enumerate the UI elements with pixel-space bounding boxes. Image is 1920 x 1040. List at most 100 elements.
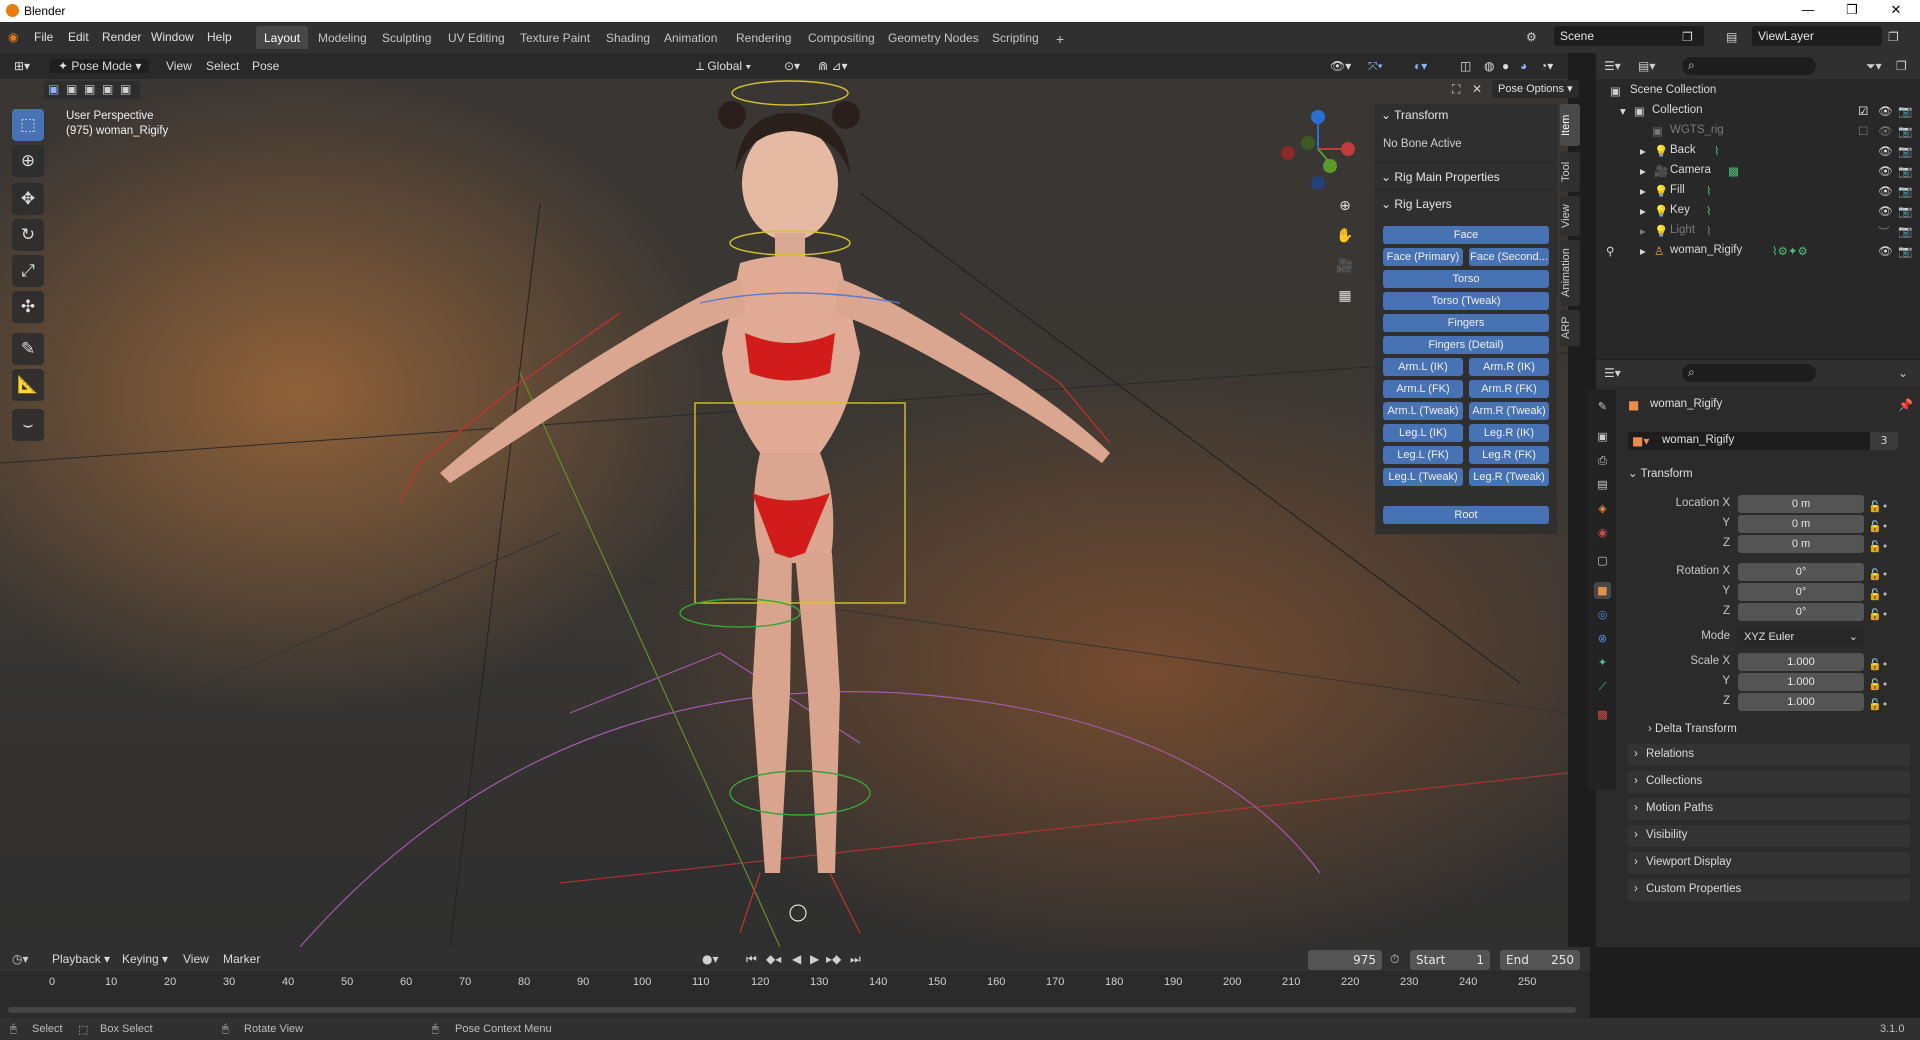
texture-tab-icon[interactable]: ▩ <box>1594 706 1611 723</box>
rig-layer-face-primary[interactable]: Face (Primary) <box>1383 248 1463 266</box>
editor-type-icon[interactable]: ⊞▾ <box>14 59 30 73</box>
subpanel-viewport-display[interactable]: › Viewport Display <box>1628 852 1910 874</box>
zoom-icon[interactable]: ⊕ <box>1332 193 1358 219</box>
relax-pose-tool[interactable]: ⌣ <box>12 409 44 441</box>
expand-arrow-icon[interactable]: ▸ <box>1640 184 1646 198</box>
rig-layer-leg-l-tweak[interactable]: Leg.L (Tweak) <box>1383 468 1463 486</box>
constraints-tab-icon[interactable]: ⊗ <box>1594 630 1611 647</box>
blender-menu-icon[interactable]: ◉ <box>8 30 18 44</box>
jump-end-icon[interactable]: ⏭ <box>850 952 861 967</box>
rig-layer-leg-r-tweak[interactable]: Leg.R (Tweak) <box>1469 468 1549 486</box>
users-count[interactable]: 3 <box>1870 432 1898 450</box>
outliner-row-fill[interactable]: ▸ 💡 Fill ⌇ 👁 📷 <box>1596 181 1920 201</box>
menu-render[interactable]: Render <box>102 30 141 44</box>
rotation-z-field[interactable]: 0° <box>1738 603 1864 621</box>
annotate-tool[interactable]: ✎ <box>12 333 44 365</box>
location-y-field[interactable]: 0 m <box>1738 515 1864 533</box>
jump-start-icon[interactable]: ⏮ <box>746 952 757 967</box>
eye-icon[interactable]: 👁 <box>1878 204 1893 218</box>
tab-sculpting[interactable]: Sculpting <box>374 26 439 49</box>
editor-type-icon[interactable]: ☰▾ <box>1604 59 1621 73</box>
tab-scripting[interactable]: Scripting <box>984 26 1047 49</box>
visibility-icon[interactable]: 👁▾ <box>1330 59 1351 73</box>
select-invert-icon[interactable]: ▣ <box>102 82 113 96</box>
new-collection-icon[interactable]: ❐ <box>1896 59 1907 73</box>
transform-panel-header[interactable]: ⌄ Transform <box>1381 108 1448 122</box>
eye-icon[interactable]: 👁 <box>1878 144 1893 158</box>
rig-layer-fingers[interactable]: Fingers <box>1383 314 1549 332</box>
outliner-row-key[interactable]: ▸ 💡 Key ⌇ 👁 📷 <box>1596 201 1920 221</box>
cursor-tool[interactable]: ⊕ <box>12 145 44 177</box>
rig-layer-arm-r-tweak[interactable]: Arm.R (Tweak) <box>1469 402 1549 420</box>
object-data-tab-icon[interactable]: ✦ <box>1594 654 1611 671</box>
rig-layer-root[interactable]: Root <box>1383 506 1549 524</box>
rig-layer-torso[interactable]: Torso <box>1383 270 1549 288</box>
viewlayer-selector[interactable]: ViewLayer <box>1752 26 1882 46</box>
world-tab-icon[interactable]: ◉ <box>1594 524 1611 541</box>
restore-button[interactable]: ❐ <box>1830 2 1874 20</box>
expand-arrow-icon[interactable]: ▾ <box>1620 104 1626 118</box>
rig-layer-face[interactable]: Face <box>1383 226 1549 244</box>
solid-shading-icon[interactable]: ● <box>1502 59 1509 73</box>
menu-pose[interactable]: Pose <box>252 59 279 73</box>
datablock-selector[interactable]: ■▾ woman_Rigify 3 <box>1628 432 1898 450</box>
menu-view[interactable]: View <box>166 59 192 73</box>
tab-modeling[interactable]: Modeling <box>310 26 375 49</box>
eye-icon[interactable]: 👁 <box>1878 104 1893 118</box>
outliner-row-scene-collection[interactable]: ▣ Scene Collection <box>1596 81 1920 101</box>
output-tab-icon[interactable]: ⎙ <box>1594 452 1611 469</box>
subpanel-visibility[interactable]: › Visibility <box>1628 825 1910 847</box>
tab-animation[interactable]: Animation <box>656 26 725 49</box>
rig-layer-arm-l-ik[interactable]: Arm.L (IK) <box>1383 358 1463 376</box>
camera-render-icon[interactable]: 📷 <box>1898 204 1912 218</box>
select-subtract-icon[interactable]: ▣ <box>84 82 95 96</box>
ortho-grid-icon[interactable]: ▦ <box>1332 283 1358 309</box>
outliner-row-woman-rigify[interactable]: ⚲ ▸ ♙ woman_Rigify ⌇⚙✦⚙ 👁 📷 <box>1596 241 1920 261</box>
rig-layers-header[interactable]: ⌄ Rig Layers <box>1381 197 1452 211</box>
tab-uv-editing[interactable]: UV Editing <box>440 26 513 49</box>
new-scene-icon[interactable]: ❐ <box>1682 30 1693 44</box>
rotate-tool[interactable]: ↻ <box>12 219 44 251</box>
expand-arrow-icon[interactable]: ▸ <box>1640 244 1646 258</box>
rig-layer-leg-l-ik[interactable]: Leg.L (IK) <box>1383 424 1463 442</box>
rig-layer-leg-r-fk[interactable]: Leg.R (FK) <box>1469 446 1549 464</box>
wireframe-shading-icon[interactable]: ◍ <box>1484 59 1494 73</box>
rig-layer-leg-r-ik[interactable]: Leg.R (IK) <box>1469 424 1549 442</box>
tab-item[interactable]: Item <box>1560 104 1580 146</box>
camera-render-icon[interactable]: 📷 <box>1898 144 1912 158</box>
mirror-x-icon[interactable]: ✕ <box>1472 82 1482 96</box>
rig-layer-arm-l-fk[interactable]: Arm.L (FK) <box>1383 380 1463 398</box>
outliner-row-back[interactable]: ▸ 💡 Back ⌇ 👁 📷 <box>1596 141 1920 161</box>
location-z-field[interactable]: 0 m <box>1738 535 1864 553</box>
prev-keyframe-icon[interactable]: ◆◂ <box>766 952 781 966</box>
scale-x-field[interactable]: 1.000 <box>1738 653 1864 671</box>
transform-tool[interactable]: ✣ <box>12 291 44 323</box>
camera-render-icon[interactable]: 📷 <box>1898 244 1912 258</box>
subpanel-relations[interactable]: › Relations <box>1628 744 1910 766</box>
3d-viewport[interactable]: User Perspective (975) woman_Rigify ▣ ▣ … <box>0 53 1568 947</box>
camera-view-icon[interactable]: 🎥 <box>1332 253 1358 279</box>
properties-search-input[interactable]: ⌕ <box>1682 364 1816 382</box>
menu-view-timeline[interactable]: View <box>183 952 209 966</box>
rig-layer-arm-l-tweak[interactable]: Arm.L (Tweak) <box>1383 402 1463 420</box>
measure-tool[interactable]: 📐 <box>12 369 44 401</box>
physics-tab-icon[interactable]: ◎ <box>1594 606 1611 623</box>
next-keyframe-icon[interactable]: ▸◆ <box>826 952 841 966</box>
menu-help[interactable]: Help <box>207 30 232 44</box>
menu-edit[interactable]: Edit <box>68 30 89 44</box>
overlay-toggle-icon[interactable]: ◐▾ <box>1414 59 1427 73</box>
tab-shading[interactable]: Shading <box>598 26 658 49</box>
camera-render-icon[interactable]: 📷 <box>1898 224 1912 238</box>
record-icon[interactable]: ●▾ <box>702 952 719 966</box>
tab-compositing[interactable]: Compositing <box>800 26 883 49</box>
mode-selector[interactable]: ✦ Pose Mode ▾ <box>50 59 150 73</box>
rotation-y-field[interactable]: 0° <box>1738 583 1864 601</box>
editor-type-icon[interactable]: ☰▾ <box>1604 366 1621 380</box>
outliner-search-input[interactable]: ⌕ <box>1682 57 1816 75</box>
rig-layer-arm-r-fk[interactable]: Arm.R (FK) <box>1469 380 1549 398</box>
tab-view[interactable]: View <box>1560 196 1580 236</box>
subpanel-delta-transform[interactable]: › Delta Transform <box>1648 723 1737 735</box>
rig-layer-arm-r-ik[interactable]: Arm.R (IK) <box>1469 358 1549 376</box>
current-frame-field[interactable]: 975 <box>1308 950 1382 970</box>
tool-tab-icon[interactable]: ✎ <box>1594 398 1611 415</box>
